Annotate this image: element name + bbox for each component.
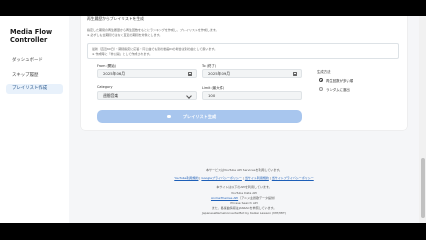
scrollbar-thumb[interactable]	[420, 158, 425, 218]
method-option-random[interactable]: ランダムに選出	[326, 87, 350, 92]
from-label: From (開始)	[97, 64, 116, 68]
sidebar-item-skip-history[interactable]: スキップ履歴	[6, 71, 63, 81]
notice-line-2: ※ 作成時に「非公開」として作成されます。	[92, 52, 153, 56]
to-label: To (終了)	[202, 64, 217, 68]
footer-links: YouTube利用規約 | Googleプライバシーポリシー | 当サイト利用規…	[174, 176, 314, 180]
footer-api-heading: 本サイトは以下のAPIを利用しています。	[216, 185, 272, 189]
method-radio-play-count[interactable]	[319, 78, 323, 82]
sidebar: Media Flow Controller ダッシュボード スキップ履歴 プレイ…	[0, 16, 70, 223]
form-heading: 再生履歴からプレイリストを生成	[87, 16, 144, 21]
method-radio-random[interactable]	[319, 87, 323, 91]
generate-playlist-button[interactable]: プレイリスト生成	[97, 110, 302, 123]
brand-line-1: Media Flow	[10, 28, 53, 36]
category-value: 週間音楽	[103, 93, 119, 98]
calendar-icon[interactable]	[293, 72, 297, 76]
footer-link-animethemes[interactable]: AnimeThemes API	[211, 196, 238, 200]
brand-line-2: Controller	[10, 36, 48, 45]
footer-jasrac: また、各楽曲情報はJASRACを参照しています。	[211, 206, 277, 210]
main-content: 再生履歴からプレイリストを生成 指定した期間の再生履歴から再生回数をもとにランキ…	[69, 16, 419, 223]
notice-line-1: 最新（直近60日）・期間指定に応答・同じ曲でも別の動画IDの場合は別の曲として扱…	[92, 47, 218, 51]
calendar-icon[interactable]	[188, 72, 192, 76]
limit-input[interactable]: 100	[202, 91, 302, 100]
footer-api-notice: 本サービスはYouTube API Servicesを利用しています。	[205, 168, 283, 172]
footer-link-site-terms[interactable]: 当サイト利用規約	[245, 176, 269, 180]
from-month-value: 2025年06月	[103, 71, 126, 76]
to-month-value: 2025年09月	[208, 71, 231, 76]
notice-box: 最新（直近60日）・期間指定に応答・同じ曲でも別の動画IDの場合は別の曲として扱…	[87, 43, 399, 59]
footer-credit: JapaneseNameConverterBot by Kaikei Lawso…	[201, 211, 287, 215]
form-description-1: 指定した期間の再生履歴から再生回数をもとにランキングを作成し、プレイリストを作成…	[87, 28, 219, 32]
footer-api-animethemes: AnimeThemes API（アニメ主題歌データ提供）	[69, 196, 419, 200]
limit-value: 100	[208, 93, 216, 98]
generate-playlist-label: プレイリスト生成	[182, 114, 217, 119]
loading-spinner-icon	[167, 114, 171, 118]
method-option-play-count[interactable]: 再生回数が多い順	[326, 78, 353, 83]
category-label: Category	[97, 85, 113, 89]
to-month-input[interactable]: 2025年09月	[202, 69, 302, 78]
limit-label: Limit (最大件)	[202, 86, 225, 90]
footer-animethemes-note: （アニメ主題歌データ提供）	[238, 196, 278, 200]
app-brand: Media Flow Controller	[10, 28, 52, 45]
method-label: 生成方法	[317, 70, 331, 74]
category-select[interactable]: 週間音楽	[97, 91, 197, 100]
footer-link-youtube-terms[interactable]: YouTube利用規約	[174, 176, 198, 180]
chevron-down-icon	[186, 93, 192, 99]
sidebar-item-playlist-create[interactable]: プレイリスト作成	[6, 84, 63, 94]
playlist-form-card: 再生履歴からプレイリストを生成 指定した期間の再生履歴から再生回数をもとにランキ…	[81, 16, 407, 130]
footer-api-youtube: YouTube Data API	[230, 191, 257, 195]
footer-link-google-privacy[interactable]: Googleプライバシーポリシー	[201, 176, 242, 180]
app-window: Media Flow Controller ダッシュボード スキップ履歴 プレイ…	[0, 16, 426, 223]
sidebar-item-dashboard[interactable]: ダッシュボード	[6, 56, 63, 66]
scrollbar[interactable]	[419, 16, 426, 223]
from-month-input[interactable]: 2025年06月	[97, 69, 197, 78]
form-description-2: ※ 必ずしも全期間ではなく直近の期間を対象にします。	[87, 33, 163, 37]
footer-api-phrase: Phrase Search API	[230, 201, 258, 205]
footer-link-site-privacy[interactable]: 当サイトプライバシーポリシー	[272, 176, 314, 180]
